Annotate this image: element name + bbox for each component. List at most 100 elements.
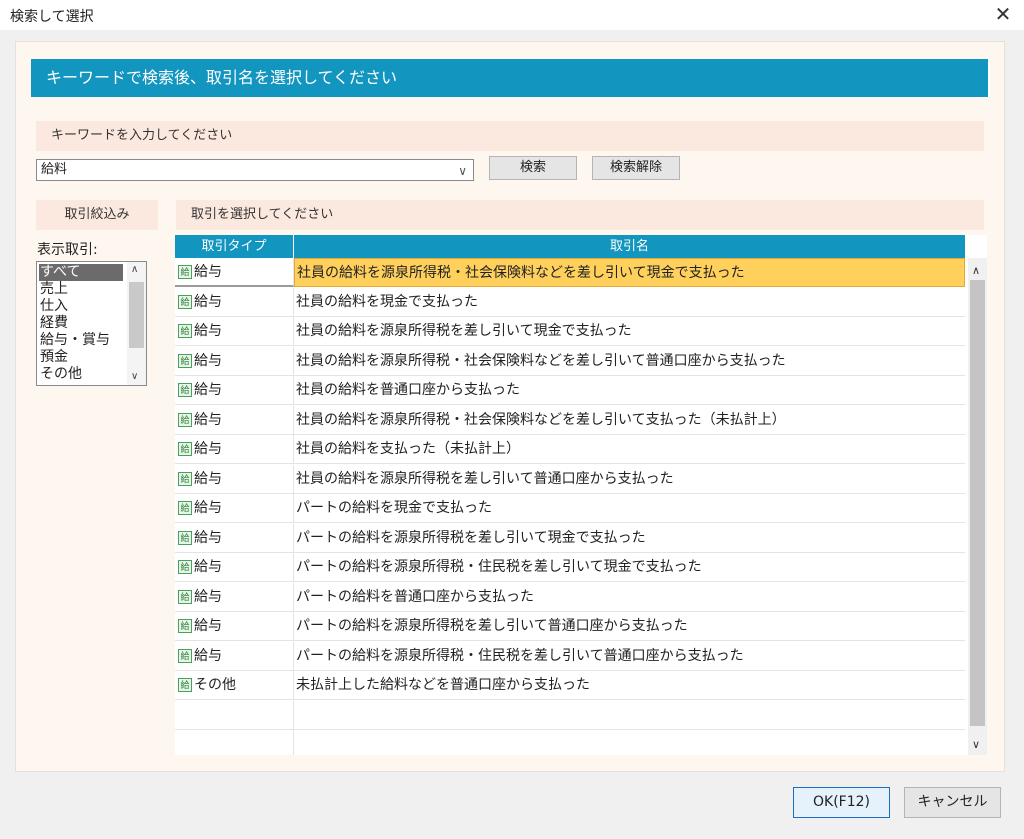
cell-name: 社員の給料を現金で支払った: [294, 288, 965, 317]
transaction-type-icon: 給: [178, 353, 192, 368]
cell-type: [175, 700, 294, 730]
chevron-up-icon[interactable]: ∧: [131, 264, 138, 275]
table-row[interactable]: 給給与 社員の給料を源泉所得税・社会保険料などを差し引いて現金で支払った: [175, 258, 965, 287]
name-label: パートの給料を源泉所得税を差し引いて普通口座から支払った: [296, 618, 688, 634]
cell-type: 給給与: [175, 464, 294, 494]
instruction-banner: キーワードで検索後、取引名を選択してください: [31, 59, 990, 97]
transactions-grid: 取引タイプ 取引名 給給与 社員の給料を源泉所得税・社会保険料などを差し引いて現金…: [175, 235, 987, 755]
column-header-name[interactable]: 取引名: [294, 235, 965, 258]
table-row[interactable]: 給給与 社員の給料を現金で支払った: [175, 287, 965, 317]
scrollbar-thumb[interactable]: [970, 280, 985, 726]
filter-option[interactable]: 売上: [39, 281, 123, 298]
table-row[interactable]: 給給与 パートの給料を現金で支払った: [175, 494, 965, 523]
cell-type: 給給与: [175, 523, 294, 553]
cell-name: 社員の給料を源泉所得税・社会保険料などを差し引いて現金で支払った: [294, 258, 965, 287]
transaction-type-icon: 給: [178, 678, 192, 692]
close-icon[interactable]: ✕: [990, 2, 1016, 28]
name-label: 社員の給料を普通口座から支払った: [296, 382, 520, 398]
cell-name: 社員の給料を普通口座から支払った: [294, 376, 965, 405]
name-label: パートの給料を源泉所得税・住民税を差し引いて普通口座から支払った: [296, 647, 744, 664]
transaction-type-icon: 給: [178, 442, 192, 456]
filter-option[interactable]: その他: [39, 366, 123, 383]
type-label: 給与: [194, 470, 222, 487]
name-label: 社員の給料を源泉所得税・社会保険料などを差し引いて現金で支払った: [297, 265, 745, 281]
table-row[interactable]: 給給与 社員の給料を源泉所得税・社会保険料などを差し引いて支払った（未払計上）: [175, 405, 965, 435]
transaction-type-icon: 給: [178, 383, 192, 397]
table-row[interactable]: 給給与 パートの給料を源泉所得税・住民税を差し引いて現金で支払った: [175, 553, 965, 582]
ok-button[interactable]: OK(F12): [793, 787, 890, 818]
filter-listbox[interactable]: ∧ ∨ すべて 売上 仕入 経費 給与・賞与 預金 その他: [36, 261, 147, 386]
table-row[interactable]: 給給与 パートの給料を源泉所得税を差し引いて現金で支払った: [175, 523, 965, 553]
table-row[interactable]: 給給与 パートの給料を普通口座から支払った: [175, 582, 965, 612]
cell-name: 社員の給料を源泉所得税・社会保険料などを差し引いて支払った（未払計上）: [294, 406, 965, 435]
table-row[interactable]: 給給与 パートの給料を源泉所得税・住民税を差し引いて普通口座から支払った: [175, 641, 965, 671]
cell-name: 社員の給料を源泉所得税を差し引いて現金で支払った: [294, 317, 965, 346]
table-row[interactable]: 給給与 社員の給料を普通口座から支払った: [175, 376, 965, 405]
type-label: 給与: [194, 618, 222, 634]
type-label: 給与: [194, 411, 222, 428]
chevron-down-icon[interactable]: ∨: [458, 161, 467, 181]
listbox-scrollbar[interactable]: ∧ ∨: [127, 262, 146, 385]
grid-body: 給給与 社員の給料を源泉所得税・社会保険料などを差し引いて現金で支払った給給与 社員…: [175, 258, 965, 755]
clear-search-button[interactable]: 検索解除: [592, 156, 680, 180]
keyword-value: 給料: [41, 162, 68, 177]
cancel-button[interactable]: キャンセル: [904, 787, 1001, 818]
cell-type: 給給与: [175, 435, 294, 464]
chevron-down-icon[interactable]: ∨: [131, 371, 138, 382]
cell-type: 給給与: [175, 582, 294, 612]
table-row: [175, 700, 965, 730]
cell-type: 給給与: [175, 612, 294, 641]
cell-name: 未払計上した給料などを普通口座から支払った: [294, 671, 965, 700]
transaction-type-icon: 給: [178, 501, 192, 515]
keyword-combobox[interactable]: 給料 ∨: [36, 159, 474, 181]
table-row[interactable]: 給給与 パートの給料を源泉所得税を差し引いて普通口座から支払った: [175, 612, 965, 641]
transaction-type-icon: 給: [178, 619, 192, 633]
filter-option[interactable]: 経費: [39, 315, 123, 332]
transaction-type-icon: 給: [178, 265, 192, 279]
type-label: 給与: [194, 500, 222, 516]
cell-type: 給給与: [175, 317, 294, 346]
cell-name: 社員の給料を支払った（未払計上）: [294, 435, 965, 464]
window-title: 検索して選択: [10, 9, 94, 25]
transactions-heading: 取引を選択してください: [176, 200, 984, 230]
cell-name: パートの給料を普通口座から支払った: [294, 583, 965, 612]
search-button[interactable]: 検索: [489, 156, 577, 180]
type-label: 給与: [194, 529, 222, 546]
cell-type: 給給与: [175, 494, 294, 523]
name-label: パートの給料を現金で支払った: [296, 500, 492, 516]
type-label: 給与: [194, 293, 222, 310]
table-row[interactable]: 給給与 社員の給料を支払った（未払計上）: [175, 435, 965, 464]
name-label: パートの給料を普通口座から支払った: [296, 588, 534, 605]
filter-option[interactable]: 預金: [39, 349, 123, 366]
cell-type: 給給与: [175, 287, 294, 317]
transaction-type-icon: 給: [178, 294, 192, 309]
scrollbar-thumb[interactable]: [129, 282, 144, 348]
cell-name: パートの給料を源泉所得税を差し引いて現金で支払った: [294, 524, 965, 553]
type-label: 給与: [194, 352, 222, 369]
name-label: 未払計上した給料などを普通口座から支払った: [296, 677, 590, 693]
filter-option[interactable]: 給与・賞与: [39, 332, 123, 349]
filter-option[interactable]: 仕入: [39, 298, 123, 315]
table-row[interactable]: 給給与 社員の給料を源泉所得税を差し引いて現金で支払った: [175, 317, 965, 346]
table-row[interactable]: 給給与 社員の給料を源泉所得税・社会保険料などを差し引いて普通口座から支払った: [175, 346, 965, 376]
name-label: 社員の給料を源泉所得税を差し引いて普通口座から支払った: [296, 470, 674, 487]
chevron-down-icon[interactable]: ∨: [972, 738, 980, 751]
name-label: 社員の給料を現金で支払った: [296, 293, 478, 310]
cell-name: パートの給料を現金で支払った: [294, 494, 965, 523]
type-label: 給与: [194, 441, 222, 457]
transaction-type-icon: 給: [178, 412, 192, 427]
transaction-type-icon: 給: [178, 530, 192, 545]
grid-scrollbar[interactable]: ∧ ∨: [968, 258, 987, 755]
transaction-type-icon: 給: [178, 560, 192, 574]
cell-type: 給給与: [175, 376, 294, 405]
table-row[interactable]: 給その他 未払計上した給料などを普通口座から支払った: [175, 671, 965, 700]
column-header-type[interactable]: 取引タイプ: [175, 235, 294, 258]
cell-type: 給給与: [175, 553, 294, 582]
type-label: 給与: [194, 382, 222, 398]
search-select-dialog: 検索して選択 ✕ キーワードで検索後、取引名を選択してください キーワードを入力…: [0, 0, 1024, 839]
table-row[interactable]: 給給与 社員の給料を源泉所得税を差し引いて普通口座から支払った: [175, 464, 965, 494]
name-label: 社員の給料を源泉所得税・社会保険料などを差し引いて支払った（未払計上）: [296, 411, 786, 428]
chevron-up-icon[interactable]: ∧: [972, 264, 980, 277]
transaction-type-icon: 給: [178, 324, 192, 338]
filter-option[interactable]: すべて: [39, 264, 123, 281]
